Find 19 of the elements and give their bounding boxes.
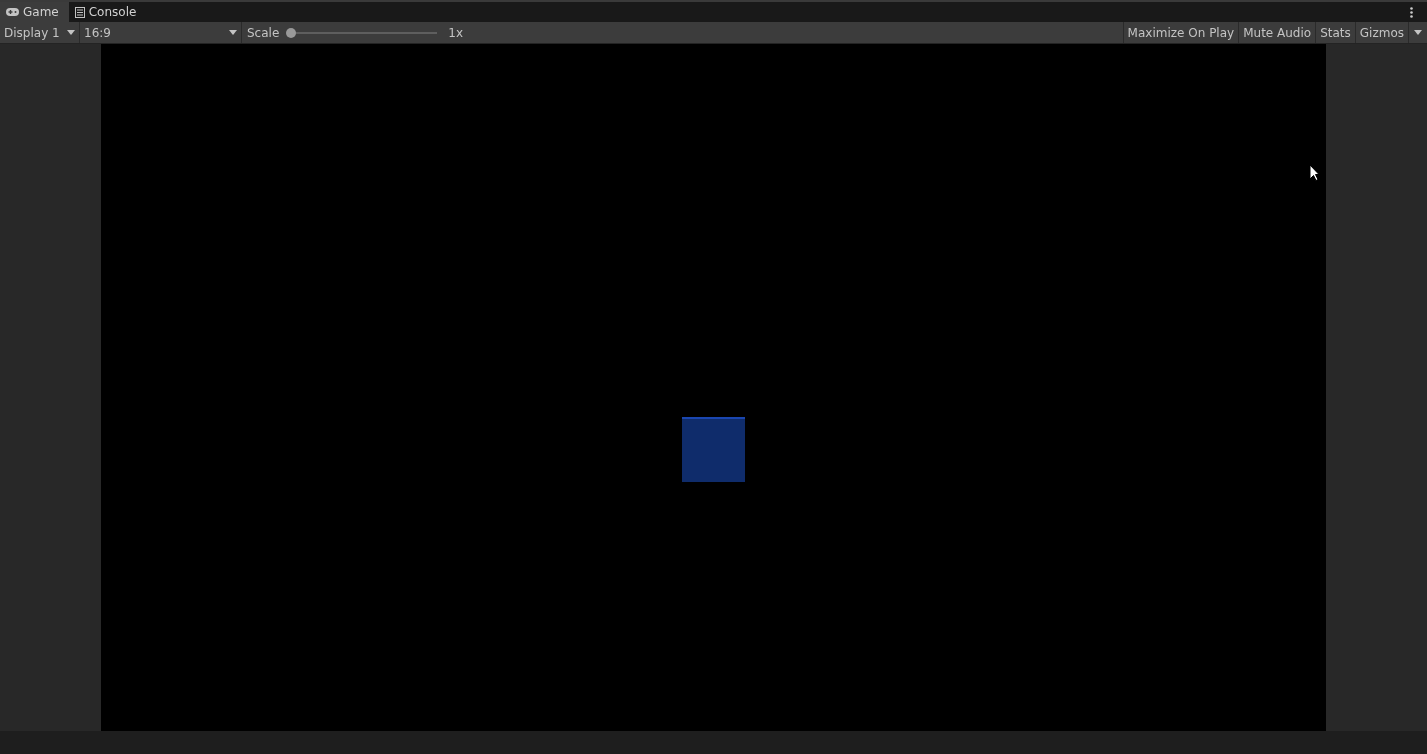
tab[interactable]: Game bbox=[0, 2, 69, 22]
display-dropdown[interactable]: Display 1 bbox=[0, 22, 80, 43]
toolbar-button[interactable]: Maximize On Play bbox=[1122, 22, 1239, 43]
toolbar-button[interactable]: Mute Audio bbox=[1238, 22, 1316, 43]
caret-icon bbox=[1414, 30, 1422, 35]
caret-icon bbox=[67, 30, 75, 35]
aspect-dropdown[interactable]: 16:9 bbox=[80, 22, 242, 43]
gamepad-icon bbox=[6, 8, 19, 16]
tab[interactable]: Console bbox=[68, 2, 147, 22]
list-icon bbox=[74, 6, 85, 18]
scale-label: Scale bbox=[247, 25, 280, 40]
toolbar-button[interactable]: Gizmos bbox=[1354, 22, 1408, 43]
mouse-cursor-icon bbox=[1309, 164, 1320, 181]
caret-icon bbox=[229, 30, 237, 35]
more-options-icon[interactable] bbox=[1410, 7, 1413, 18]
scale-reading: 1x bbox=[448, 25, 464, 40]
toolbar-button[interactable]: Stats bbox=[1315, 22, 1355, 43]
cube-drawing bbox=[682, 417, 745, 482]
slider-thumb[interactable] bbox=[286, 27, 297, 38]
